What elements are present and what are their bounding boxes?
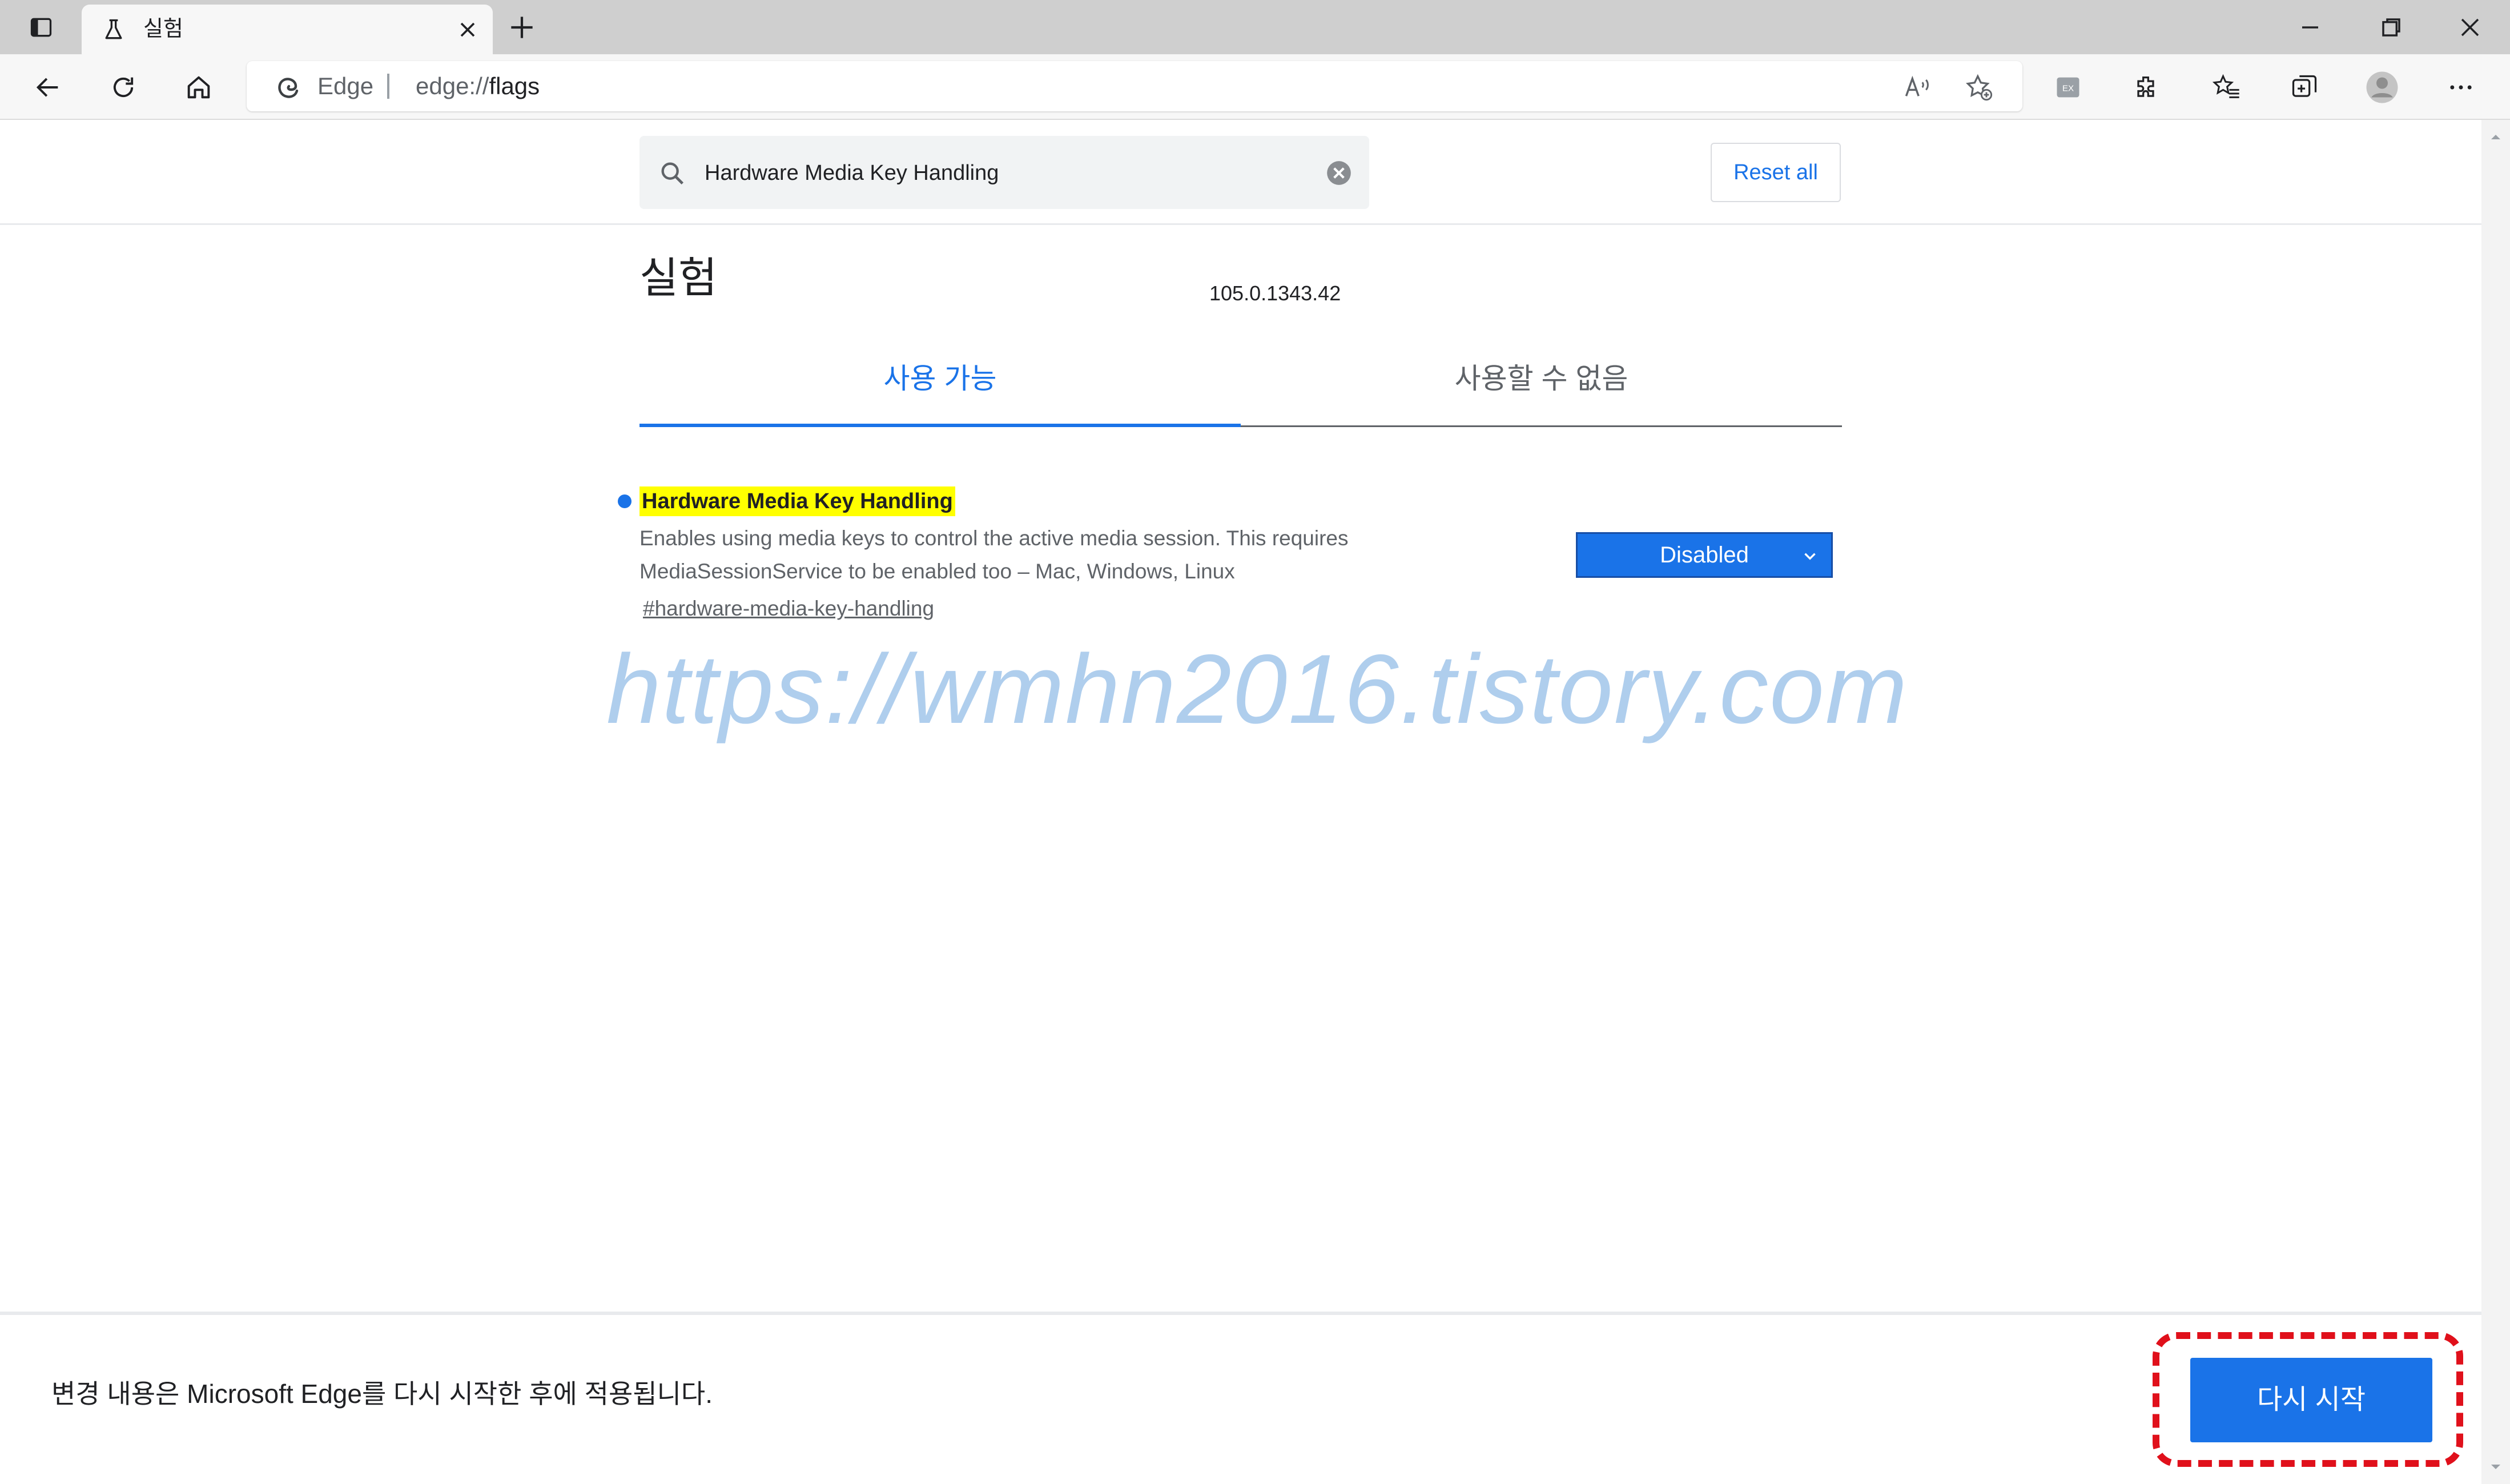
flag-description: Enables using media keys to control the … (639, 526, 1349, 583)
flag-anchor-link[interactable]: #hardware-media-key-handling (643, 594, 934, 624)
flag-name: Hardware Media Key Handling (639, 486, 955, 516)
tab-title: 실험 (143, 17, 183, 41)
flask-icon (105, 19, 122, 39)
extensions-icon[interactable] (2127, 69, 2164, 106)
close-tab-icon[interactable] (455, 17, 480, 42)
reset-all-button[interactable]: Reset all (1711, 143, 1841, 202)
flag-entry: Hardware Media Key Handling Enables usin… (618, 486, 1851, 624)
version-label: 105.0.1343.42 (1209, 281, 1341, 305)
restart-bar: 변경 내용은 Microsoft Edge를 다시 시작한 후에 적용됩니다. (0, 1312, 2481, 1484)
edge-logo-icon (278, 78, 299, 98)
watermark-text: https://wmhn2016.tistory.com (606, 634, 1909, 744)
tab-actions-icon[interactable] (23, 11, 59, 43)
selected-tab-indicator (639, 424, 1241, 427)
search-icon (661, 162, 684, 185)
chevron-down-icon (1804, 553, 1816, 560)
restart-button[interactable]: 다시 시작 (2190, 1358, 2432, 1442)
scroll-down-icon[interactable] (2489, 1461, 2503, 1473)
new-tab-icon[interactable] (506, 11, 538, 43)
flag-state-value: Disabled (1660, 542, 1749, 568)
add-favorite-icon[interactable] (1964, 73, 1994, 102)
minimize-icon[interactable] (2293, 11, 2327, 43)
flag-search-box[interactable] (639, 136, 1369, 209)
page-title: 실험 (639, 254, 718, 301)
extension-ex-icon[interactable]: EX (2050, 69, 2086, 106)
scroll-up-icon[interactable] (2489, 131, 2503, 143)
site-label: Edge (317, 73, 374, 99)
tab-available[interactable]: 사용 가능 (639, 361, 1241, 396)
profile-avatar[interactable] (2364, 69, 2400, 106)
url-text[interactable]: edge://flags (416, 71, 540, 101)
restore-icon[interactable] (2374, 11, 2408, 43)
close-window-icon[interactable] (2453, 11, 2487, 43)
address-bar[interactable]: Edge edge://flags (247, 61, 2022, 111)
home-icon[interactable] (180, 69, 217, 106)
availability-tabs: 사용 가능 사용할 수 없음 (639, 349, 1842, 427)
favorites-icon[interactable] (2209, 69, 2245, 106)
title-bar: 실험 (0, 0, 2510, 54)
more-menu-icon[interactable] (2443, 69, 2479, 106)
svg-text:EX: EX (2062, 84, 2074, 94)
search-input[interactable] (703, 153, 1305, 193)
restart-message: 변경 내용은 Microsoft Edge를 다시 시작한 후에 적용됩니다. (51, 1379, 713, 1409)
back-icon[interactable] (30, 69, 66, 106)
flag-state-select[interactable]: Disabled (1576, 532, 1833, 578)
clear-search-icon[interactable] (1325, 159, 1353, 187)
address-separator (387, 74, 389, 99)
collections-icon[interactable] (2286, 69, 2323, 106)
page-scrollbar[interactable] (2481, 120, 2510, 1484)
tab-experiments[interactable]: 실험 (82, 5, 493, 54)
modified-indicator-dot (618, 494, 631, 508)
tab-unavailable[interactable]: 사용할 수 없음 (1241, 361, 1842, 396)
flags-search-header: Reset all (0, 120, 2481, 225)
read-aloud-icon[interactable] (1902, 73, 1932, 102)
browser-toolbar: Edge edge://flags EX (0, 54, 2510, 120)
refresh-icon[interactable] (105, 69, 142, 106)
